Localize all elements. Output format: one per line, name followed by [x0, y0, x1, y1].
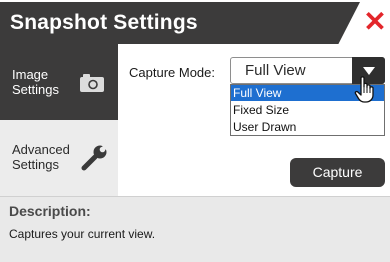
capture-mode-label: Capture Mode:: [129, 65, 215, 80]
close-button[interactable]: ✕: [362, 6, 388, 38]
title-bar: Snapshot Settings ✕: [0, 0, 390, 44]
wrench-icon: [81, 145, 107, 171]
image-settings-panel: Capture Mode: Full View Full View Fixed …: [118, 44, 390, 196]
sidebar-item-label-line2: Settings: [12, 157, 59, 172]
dropdown-option-user-drawn[interactable]: User Drawn: [231, 119, 384, 135]
window-title: Snapshot Settings: [10, 11, 198, 34]
settings-sidebar: Image Settings Advanced Settings: [0, 44, 118, 196]
description-text: Captures your current view.: [9, 227, 156, 241]
dropdown-option-fixed-size[interactable]: Fixed Size: [231, 102, 384, 118]
sidebar-item-label-line1: Image: [12, 67, 49, 82]
sidebar-item-label-line1: Advanced: [12, 142, 70, 157]
hand-pointer-cursor-icon: [354, 76, 374, 103]
capture-mode-selected-value: Full View: [245, 62, 306, 79]
sidebar-item-label-line2: Settings: [12, 82, 59, 97]
sidebar-item-label: Advanced Settings: [12, 142, 72, 172]
sidebar-item-advanced-settings[interactable]: Advanced Settings: [0, 120, 118, 196]
sidebar-item-image-settings[interactable]: Image Settings: [0, 44, 118, 120]
close-icon: ✕: [363, 6, 387, 37]
description-title: Description:: [9, 203, 91, 219]
camera-icon: [80, 74, 104, 92]
sidebar-item-label: Image Settings: [12, 67, 72, 97]
snapshot-settings-window: Snapshot Settings ✕ Image Settings Advan…: [0, 0, 390, 262]
description-panel: Description: Captures your current view.: [0, 196, 390, 262]
capture-button[interactable]: Capture: [290, 158, 385, 187]
